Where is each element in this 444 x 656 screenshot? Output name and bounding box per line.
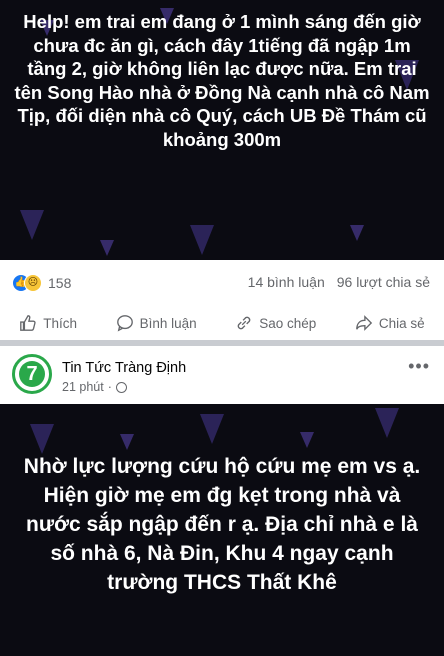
raindrop-decoration bbox=[20, 210, 44, 240]
share-button[interactable]: Chia sẻ bbox=[355, 314, 425, 332]
like-button[interactable]: Thích bbox=[19, 314, 77, 332]
more-options-icon[interactable]: ••• bbox=[408, 356, 430, 377]
comment-count-link[interactable]: 14 bình luận bbox=[248, 274, 325, 290]
page-avatar[interactable]: 7 bbox=[12, 354, 52, 394]
comment-label: Bình luận bbox=[139, 315, 197, 331]
page-avatar-number: 7 bbox=[19, 361, 45, 387]
post-stats-bar: 👍 ☹ 158 14 bình luận 96 lượt chia sẻ bbox=[0, 260, 444, 307]
copy-label: Sao chép bbox=[259, 315, 317, 331]
share-count-link[interactable]: 96 lượt chia sẻ bbox=[337, 274, 430, 290]
raindrop-decoration bbox=[100, 240, 114, 256]
post-1-text: Help! em trai em đang ở 1 mình sáng đến … bbox=[14, 11, 430, 150]
raindrop-decoration bbox=[120, 434, 134, 450]
share-label: Chia sẻ bbox=[378, 315, 425, 331]
post-2-text: Nhờ lực lượng cứu hộ cứu mẹ em vs ạ. Hiệ… bbox=[23, 455, 421, 594]
reaction-icons: 👍 ☹ bbox=[12, 274, 42, 292]
raindrop-decoration bbox=[190, 225, 214, 255]
post-2-header: 7 Tin Tức Tràng Định 21 phút · ••• bbox=[0, 346, 444, 404]
comment-bubble-icon bbox=[116, 315, 133, 332]
share-arrow-icon bbox=[356, 315, 373, 331]
raindrop-decoration bbox=[300, 432, 314, 448]
globe-icon bbox=[115, 381, 127, 393]
link-icon bbox=[237, 316, 251, 330]
raindrop-decoration bbox=[200, 414, 224, 444]
raindrop-decoration bbox=[350, 225, 364, 241]
post-time[interactable]: 21 phút bbox=[62, 380, 104, 394]
reactions-summary[interactable]: 👍 ☹ 158 bbox=[12, 274, 71, 292]
comment-button[interactable]: Bình luận bbox=[116, 314, 197, 332]
thumbs-up-icon bbox=[20, 315, 36, 331]
copy-button[interactable]: Sao chép bbox=[235, 314, 316, 332]
post-action-bar: Thích Bình luận Sao chép Chia sẻ bbox=[0, 306, 444, 340]
reaction-count: 158 bbox=[48, 275, 72, 291]
raindrop-decoration bbox=[375, 408, 399, 438]
sad-reaction-icon: ☹ bbox=[24, 274, 42, 292]
raindrop-decoration bbox=[30, 424, 54, 454]
post-1-background: Help! em trai em đang ở 1 mình sáng đến … bbox=[0, 0, 444, 260]
page-name[interactable]: Tin Tức Tràng Định bbox=[62, 360, 186, 376]
post-2-background: Nhờ lực lượng cứu hộ cứu mẹ em vs ạ. Hiệ… bbox=[0, 404, 444, 656]
post-meta: 21 phút · bbox=[62, 380, 127, 394]
like-label: Thích bbox=[43, 315, 78, 331]
